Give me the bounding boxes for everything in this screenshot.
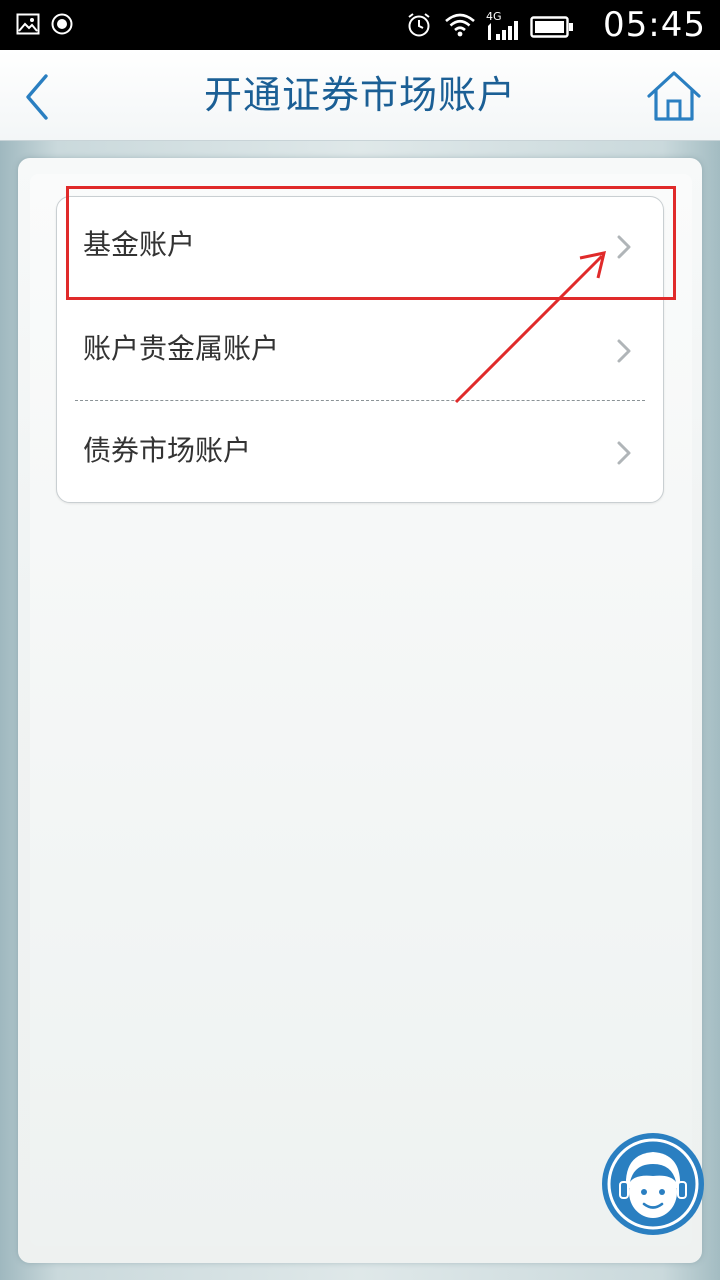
alarm-icon (408, 13, 430, 37)
status-time: 05:45 (603, 5, 706, 45)
menu-item-label: 债券市场账户 (83, 434, 252, 467)
menu-item-bond-market-account[interactable]: 债券市场账户 (57, 403, 663, 504)
record-icon (51, 13, 73, 35)
chevron-right-icon (617, 441, 631, 465)
page-title: 开通证券市场账户 (203, 73, 516, 117)
status-bar-right: 4G 05:45 (406, 6, 706, 44)
status-bar: 4G 05:45 (0, 0, 720, 50)
home-icon[interactable] (646, 70, 702, 122)
battery-icon (530, 16, 573, 38)
signal-icon (488, 21, 518, 40)
wifi-icon (445, 13, 475, 37)
image-icon (16, 13, 40, 35)
screen: 4G 05:45 开通证券市场账户 基金账户 账户贵金属账户 债券市场账户 (0, 0, 720, 1280)
customer-service-icon[interactable] (600, 1132, 706, 1236)
nav-bar: 开通证券市场账户 (0, 50, 720, 141)
arrow-annotation-icon (454, 251, 607, 404)
menu-item-label: 账户贵金属账户 (83, 332, 280, 365)
